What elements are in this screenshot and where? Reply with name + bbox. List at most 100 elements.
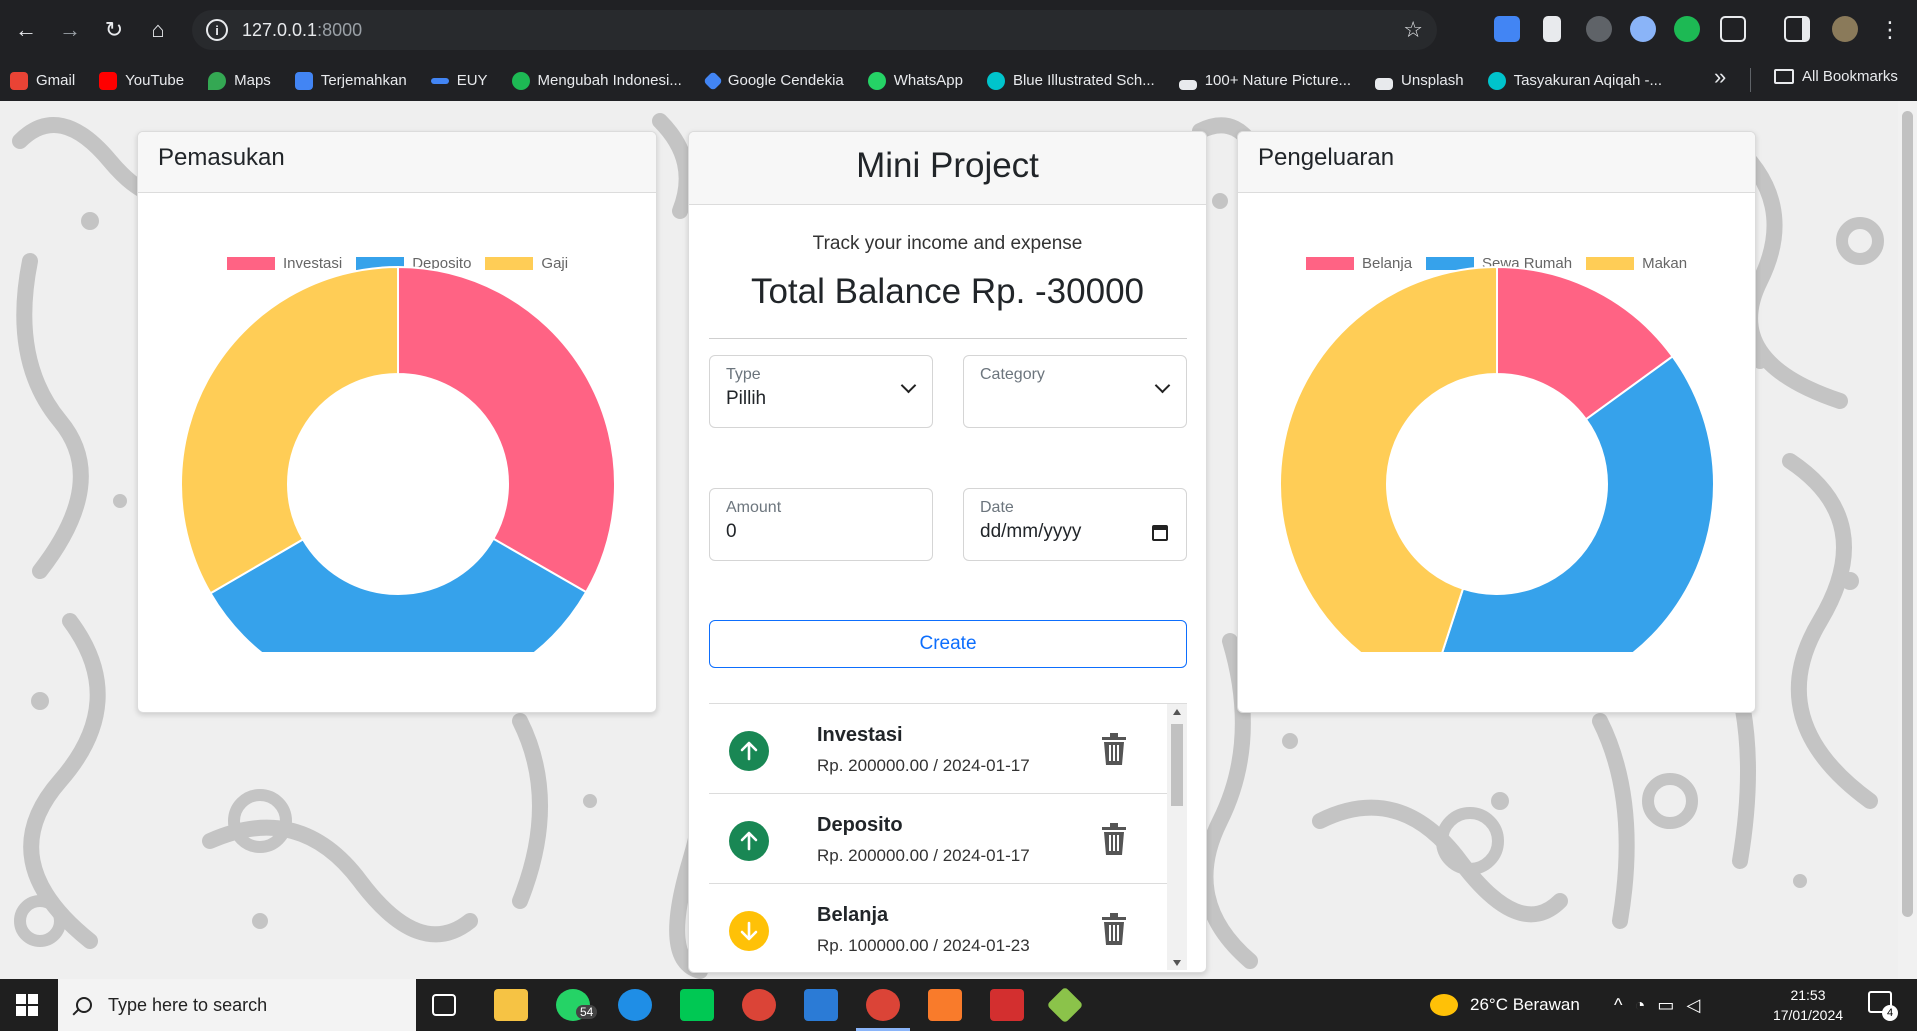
bookmark-spotify[interactable]: Mengubah Indonesi... — [511, 71, 682, 90]
back-icon[interactable]: ← — [10, 14, 42, 46]
all-bookmarks-button[interactable]: All Bookmarks — [1774, 68, 1898, 85]
category-label: Category — [980, 366, 1045, 383]
app-title: Mini Project — [689, 132, 1206, 205]
scroll-up-icon[interactable] — [1173, 709, 1181, 715]
docs-extension-icon[interactable] — [1543, 16, 1561, 42]
category-select[interactable]: Category — [963, 355, 1187, 428]
bookmark-maps[interactable]: Maps — [208, 71, 271, 90]
line-app-icon[interactable] — [680, 989, 714, 1021]
bookmark-youtube[interactable]: YouTube — [99, 71, 184, 90]
whatsapp-badge: 54 — [576, 1005, 598, 1019]
transaction-row: Deposito Rp. 200000.00 / 2024-01-17 — [709, 794, 1167, 884]
date-value: dd/mm/yyyy — [980, 521, 1082, 542]
address-bar[interactable]: i 127.0.0.1:8000 ☆ — [192, 10, 1437, 50]
bookmarks-divider — [1750, 68, 1751, 92]
trash-icon[interactable] — [1099, 732, 1129, 771]
scroll-down-icon[interactable] — [1173, 960, 1181, 966]
folder-icon — [1774, 69, 1794, 84]
type-label: Type — [726, 366, 761, 383]
reload-icon[interactable]: ↻ — [98, 14, 130, 46]
chart-slice-gaji[interactable] — [180, 265, 399, 595]
bookmark-star-icon[interactable]: ☆ — [1403, 17, 1423, 43]
date-label: Date — [980, 499, 1014, 516]
acrobat-icon[interactable] — [990, 989, 1024, 1021]
total-balance: Total Balance Rp. -30000 — [750, 272, 1145, 311]
nature-icon — [1178, 79, 1197, 90]
volume-icon[interactable]: ◁ — [1686, 995, 1712, 1016]
create-button[interactable]: Create — [709, 620, 1187, 668]
git-tool-icon[interactable] — [1046, 986, 1084, 1024]
unsplash-icon — [1375, 77, 1394, 90]
bug-extension-icon[interactable] — [1586, 16, 1612, 42]
bookmark-unsplash[interactable]: Unsplash — [1375, 72, 1464, 90]
battery-icon[interactable]: ▭ — [1657, 995, 1686, 1016]
circle-extension-icon[interactable] — [1630, 16, 1656, 42]
clock-time: 21:53 — [1790, 987, 1826, 1003]
date-input[interactable]: Date dd/mm/yyyy — [963, 488, 1187, 561]
bookmarks-overflow-icon[interactable]: » — [1714, 64, 1726, 90]
transaction-name: Investasi — [817, 724, 903, 746]
trash-icon[interactable] — [1099, 822, 1129, 861]
chevron-up-icon[interactable]: ^ — [1614, 995, 1634, 1016]
taskbar-clock[interactable]: 21:53 17/01/2024 — [1768, 985, 1848, 1025]
expense-card: Pengeluaran Belanja Sewa Rumah Makan — [1237, 131, 1756, 713]
windows-start-icon[interactable] — [16, 994, 38, 1016]
divider — [709, 338, 1187, 339]
browser-chrome: ← → ↻ ⌂ i 127.0.0.1:8000 ☆ ⋮ Gmail YouTu… — [0, 0, 1917, 101]
scholar-icon — [702, 70, 723, 91]
bookmark-gmail[interactable]: Gmail — [10, 71, 75, 90]
bookmarks-bar: Gmail YouTube Maps Terjemahkan EUY Mengu… — [0, 60, 1917, 101]
taskbar-search[interactable]: Type here to search — [58, 979, 416, 1031]
menu-kebab-icon[interactable]: ⋮ — [1874, 14, 1906, 46]
translate-extension-icon[interactable] — [1494, 16, 1520, 42]
bookmark-canva-2[interactable]: Tasyakuran Aqiqah -... — [1487, 71, 1662, 90]
home-icon[interactable]: ⌂ — [142, 14, 174, 46]
bookmark-whatsapp[interactable]: WhatsApp — [867, 71, 963, 90]
transaction-name: Belanja — [817, 904, 889, 926]
amount-input[interactable]: Amount 0 — [709, 488, 933, 561]
type-select[interactable]: Type Pillih — [709, 355, 933, 428]
transaction-name: Deposito — [817, 814, 903, 836]
vscode-icon[interactable] — [804, 989, 838, 1021]
side-panel-icon[interactable] — [1784, 16, 1810, 42]
income-doughnut-chart[interactable] — [138, 132, 657, 652]
edge-icon[interactable] — [618, 989, 652, 1021]
translate-icon — [294, 71, 313, 90]
list-scrollbar[interactable] — [1167, 704, 1187, 970]
clock-date: 17/01/2024 — [1772, 1007, 1844, 1023]
forward-icon[interactable]: → — [54, 14, 86, 46]
eye-extension-icon[interactable] — [1674, 16, 1700, 42]
weather-cloud-icon — [1430, 994, 1458, 1016]
chrome-active-icon[interactable] — [866, 989, 900, 1021]
profile-avatar[interactable] — [1832, 16, 1858, 42]
xampp-icon[interactable] — [928, 989, 962, 1021]
site-info-icon[interactable]: i — [206, 19, 228, 41]
page-scrollbar[interactable] — [1898, 101, 1917, 979]
amount-value: 0 — [726, 521, 737, 542]
trash-icon[interactable] — [1099, 912, 1129, 951]
canva-icon — [986, 71, 1005, 90]
wifi-icon[interactable]: ◔ — [1634, 995, 1657, 1016]
transaction-detail: Rp. 200000.00 / 2024-01-17 — [817, 846, 1030, 865]
bookmark-euy[interactable]: EUY — [430, 72, 488, 89]
arrow-up-icon — [729, 731, 769, 771]
bookmark-google-cendekia[interactable]: Google Cendekia — [702, 70, 844, 91]
page-scroll-thumb[interactable] — [1902, 111, 1913, 917]
weather-widget[interactable]: 26°C Berawan — [1430, 979, 1580, 1031]
browser-toolbar: ← → ↻ ⌂ i 127.0.0.1:8000 ☆ ⋮ — [0, 0, 1917, 60]
whatsapp-icon — [867, 71, 886, 90]
task-view-icon[interactable] — [432, 994, 456, 1016]
calendar-icon[interactable] — [1152, 525, 1168, 541]
list-scroll-thumb[interactable] — [1171, 724, 1183, 806]
transaction-row: Investasi Rp. 200000.00 / 2024-01-17 — [709, 704, 1167, 794]
chart-slice-investasi[interactable] — [397, 265, 616, 594]
amount-label: Amount — [726, 499, 782, 516]
expense-doughnut-chart[interactable] — [1238, 132, 1756, 652]
bookmark-terjemahkan[interactable]: Terjemahkan — [294, 71, 407, 90]
file-explorer-icon[interactable] — [494, 989, 528, 1021]
system-tray-icons[interactable]: ^ ◔ ▭ ◁ — [1614, 979, 1712, 1031]
chrome-icon[interactable] — [742, 989, 776, 1021]
bookmark-canva-1[interactable]: Blue Illustrated Sch... — [986, 71, 1155, 90]
extensions-puzzle-icon[interactable] — [1720, 16, 1746, 42]
bookmark-nature[interactable]: 100+ Nature Picture... — [1178, 72, 1351, 90]
